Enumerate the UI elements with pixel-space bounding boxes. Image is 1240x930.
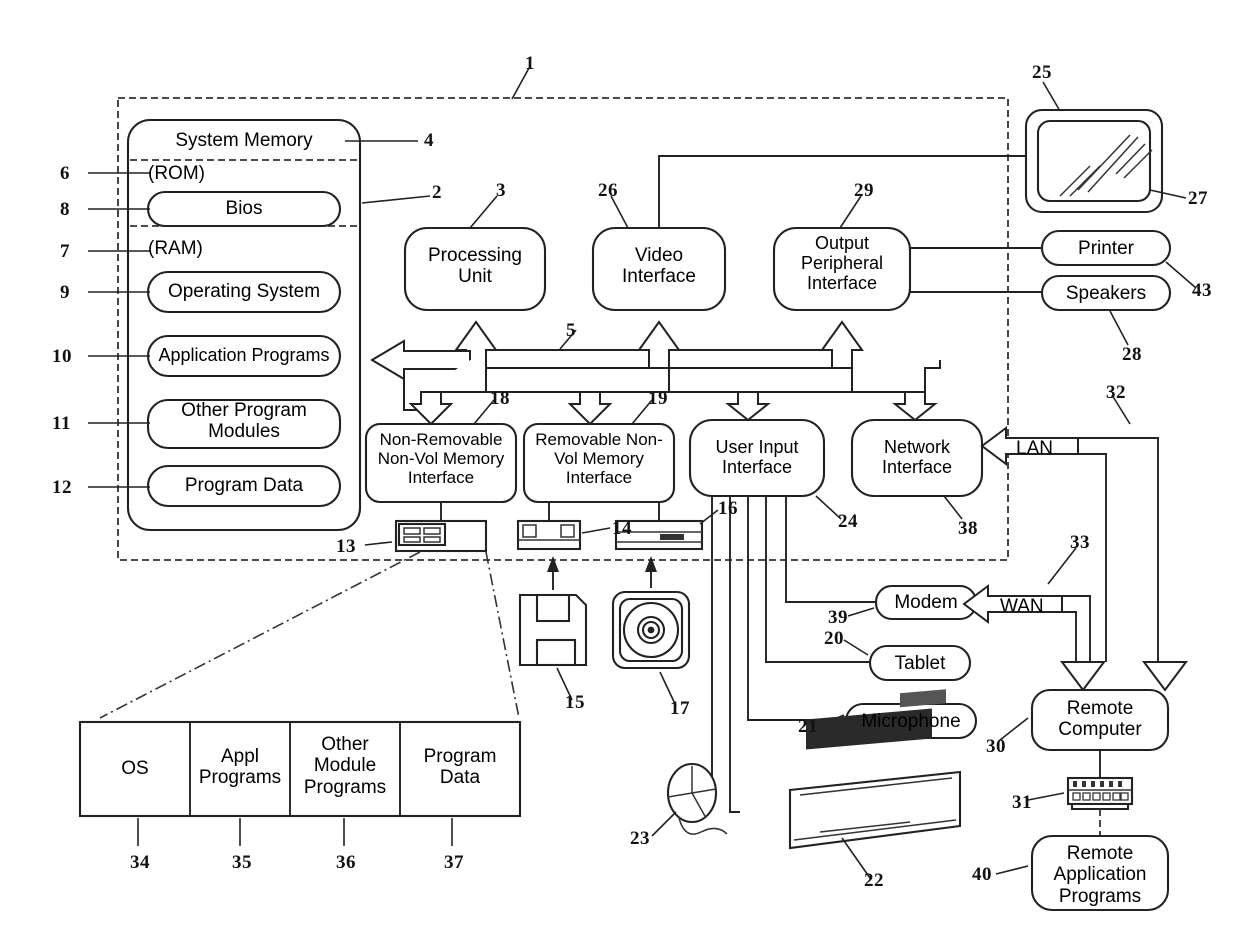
printer-box (1040, 229, 1172, 267)
ref-numeral-28: 28 (1122, 344, 1142, 365)
network-links (962, 426, 1188, 692)
ref-numeral-43: 43 (1192, 280, 1212, 301)
ref-numeral-27: 27 (1188, 188, 1208, 209)
floppy-drive-icon (516, 519, 582, 551)
modem-box (874, 584, 978, 621)
ref-numeral-12: 12 (52, 477, 72, 498)
ref-numeral-26: 26 (598, 180, 618, 201)
ref-numeral-18: 18 (490, 388, 510, 409)
ref-numeral-31: 31 (1012, 792, 1032, 813)
ref-numeral-11: 11 (52, 413, 71, 434)
ref-numeral-33: 33 (1070, 532, 1090, 553)
ref-numeral-29: 29 (854, 180, 874, 201)
disk-table-cell-label: Program Data (423, 746, 497, 789)
ref-numeral-6: 6 (60, 163, 70, 184)
disk-table-cell-label: Other Module Programs (303, 734, 387, 798)
application-programs-box (146, 334, 342, 378)
wan-label: WAN (1000, 596, 1044, 617)
lan-label: LAN (1016, 438, 1053, 459)
ref-numeral-3: 3 (496, 180, 506, 201)
ref-numeral-1: 1 (525, 53, 535, 74)
program-data-box (146, 464, 342, 508)
ref-numeral-30: 30 (986, 736, 1006, 757)
operating-system-box (146, 270, 342, 314)
ref-numeral-23: 23 (630, 828, 650, 849)
ref-numeral-34: 34 (130, 852, 150, 873)
ref-numeral-25: 25 (1032, 62, 1052, 83)
network-interface-box (850, 418, 984, 498)
ref-numeral-38: 38 (958, 518, 978, 539)
figure-artwork: .ln{fill:none;stroke:#222;stroke-width:1… (78, 67, 1197, 912)
optical-disc-media-icon (611, 590, 691, 670)
processing-unit-box (403, 226, 547, 312)
ref-numeral-14: 14 (612, 518, 632, 539)
ref-numeral-4: 4 (424, 130, 434, 151)
ref-numeral-37: 37 (444, 852, 464, 873)
ref-numeral-35: 35 (232, 852, 252, 873)
network-connector-icon (1066, 776, 1134, 811)
tablet-box (868, 644, 972, 682)
ref-numeral-2: 2 (432, 182, 442, 203)
ref-numeral-16: 16 (718, 498, 738, 519)
video-interface-box (591, 226, 727, 312)
non-removable-interface-box (364, 422, 518, 504)
bios-box (146, 190, 342, 228)
ref-numeral-40: 40 (972, 864, 992, 885)
disk-table-cell-label: OS (121, 758, 149, 779)
ref-numeral-36: 36 (336, 852, 356, 873)
output-peripheral-interface-box (772, 226, 912, 312)
hard-disk-drive-icon (394, 519, 488, 553)
user-input-interface-box (688, 418, 826, 498)
mouse-icon (666, 762, 728, 835)
remote-application-programs-box (1030, 834, 1170, 912)
speakers-box (1040, 274, 1172, 312)
ref-numeral-22: 22 (864, 870, 884, 891)
ref-numeral-21: 21 (798, 716, 818, 737)
remote-computer-box (1030, 688, 1170, 752)
other-program-modules-box (146, 398, 342, 450)
ref-numeral-13: 13 (336, 536, 356, 557)
ref-numeral-8: 8 (60, 199, 70, 220)
monitor-icon (1024, 108, 1164, 214)
ref-numeral-39: 39 (828, 607, 848, 628)
ref-numeral-9: 9 (60, 282, 70, 303)
ref-numeral-10: 10 (52, 346, 72, 367)
floppy-disk-media-icon (518, 593, 588, 667)
ref-numeral-19: 19 (648, 388, 668, 409)
patent-figure: .ln{fill:none;stroke:#222;stroke-width:1… (0, 0, 1240, 930)
removable-interface-box (522, 422, 676, 504)
disk-table-cell-label: Appl Programs (198, 746, 282, 789)
ref-numeral-32: 32 (1106, 382, 1126, 403)
ref-numeral-7: 7 (60, 241, 70, 262)
ref-numeral-17: 17 (670, 698, 690, 719)
ref-numeral-24: 24 (838, 511, 858, 532)
ref-numeral-20: 20 (824, 628, 844, 649)
ref-numeral-15: 15 (565, 692, 585, 713)
ref-numeral-5: 5 (566, 320, 576, 341)
